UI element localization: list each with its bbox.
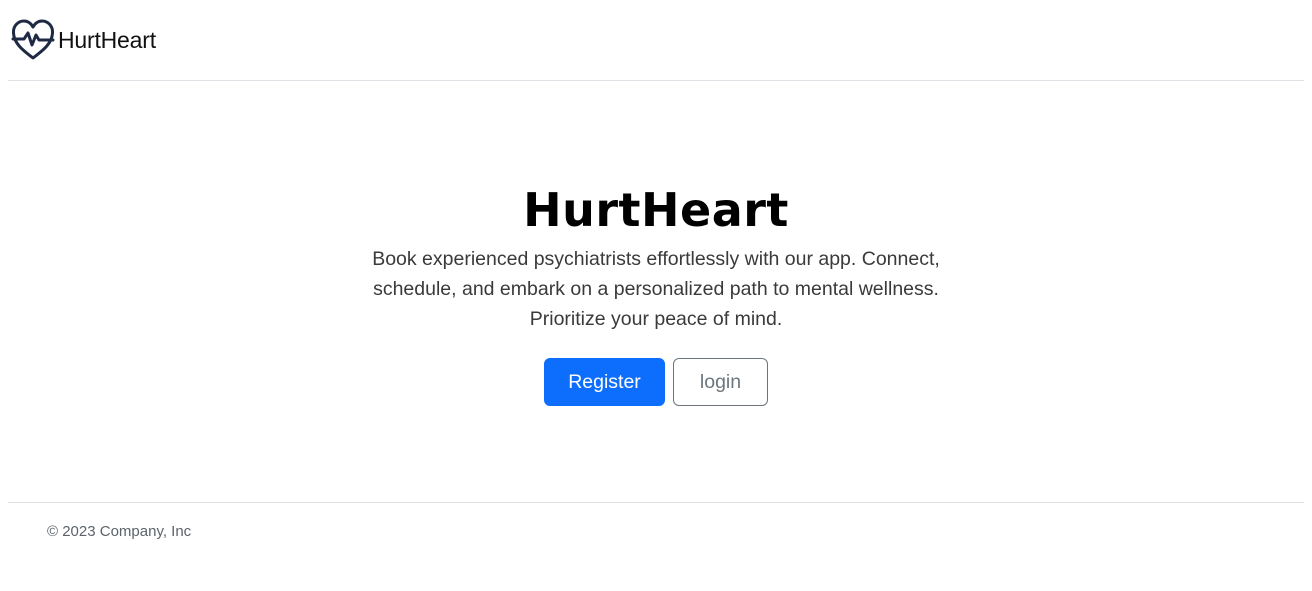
- brand-name: HurtHeart: [58, 26, 156, 53]
- login-button[interactable]: login: [673, 358, 768, 406]
- heart-pulse-icon: [10, 18, 56, 62]
- hero-section: HurtHeart Book experienced psychiatrists…: [0, 81, 1312, 502]
- register-button[interactable]: Register: [544, 358, 665, 406]
- hero-title: HurtHeart: [523, 183, 789, 237]
- site-footer: © 2023 Company, Inc: [8, 502, 1304, 591]
- hero-actions: Register login: [0, 358, 1312, 406]
- page: HurtHeart HurtHeart Book experienced psy…: [0, 0, 1312, 591]
- brand-home-link[interactable]: HurtHeart: [10, 18, 156, 62]
- copyright-text: © 2023 Company, Inc: [47, 523, 192, 540]
- hero-description: Book experienced psychiatrists effortles…: [372, 248, 940, 330]
- site-header: HurtHeart: [8, 0, 1304, 81]
